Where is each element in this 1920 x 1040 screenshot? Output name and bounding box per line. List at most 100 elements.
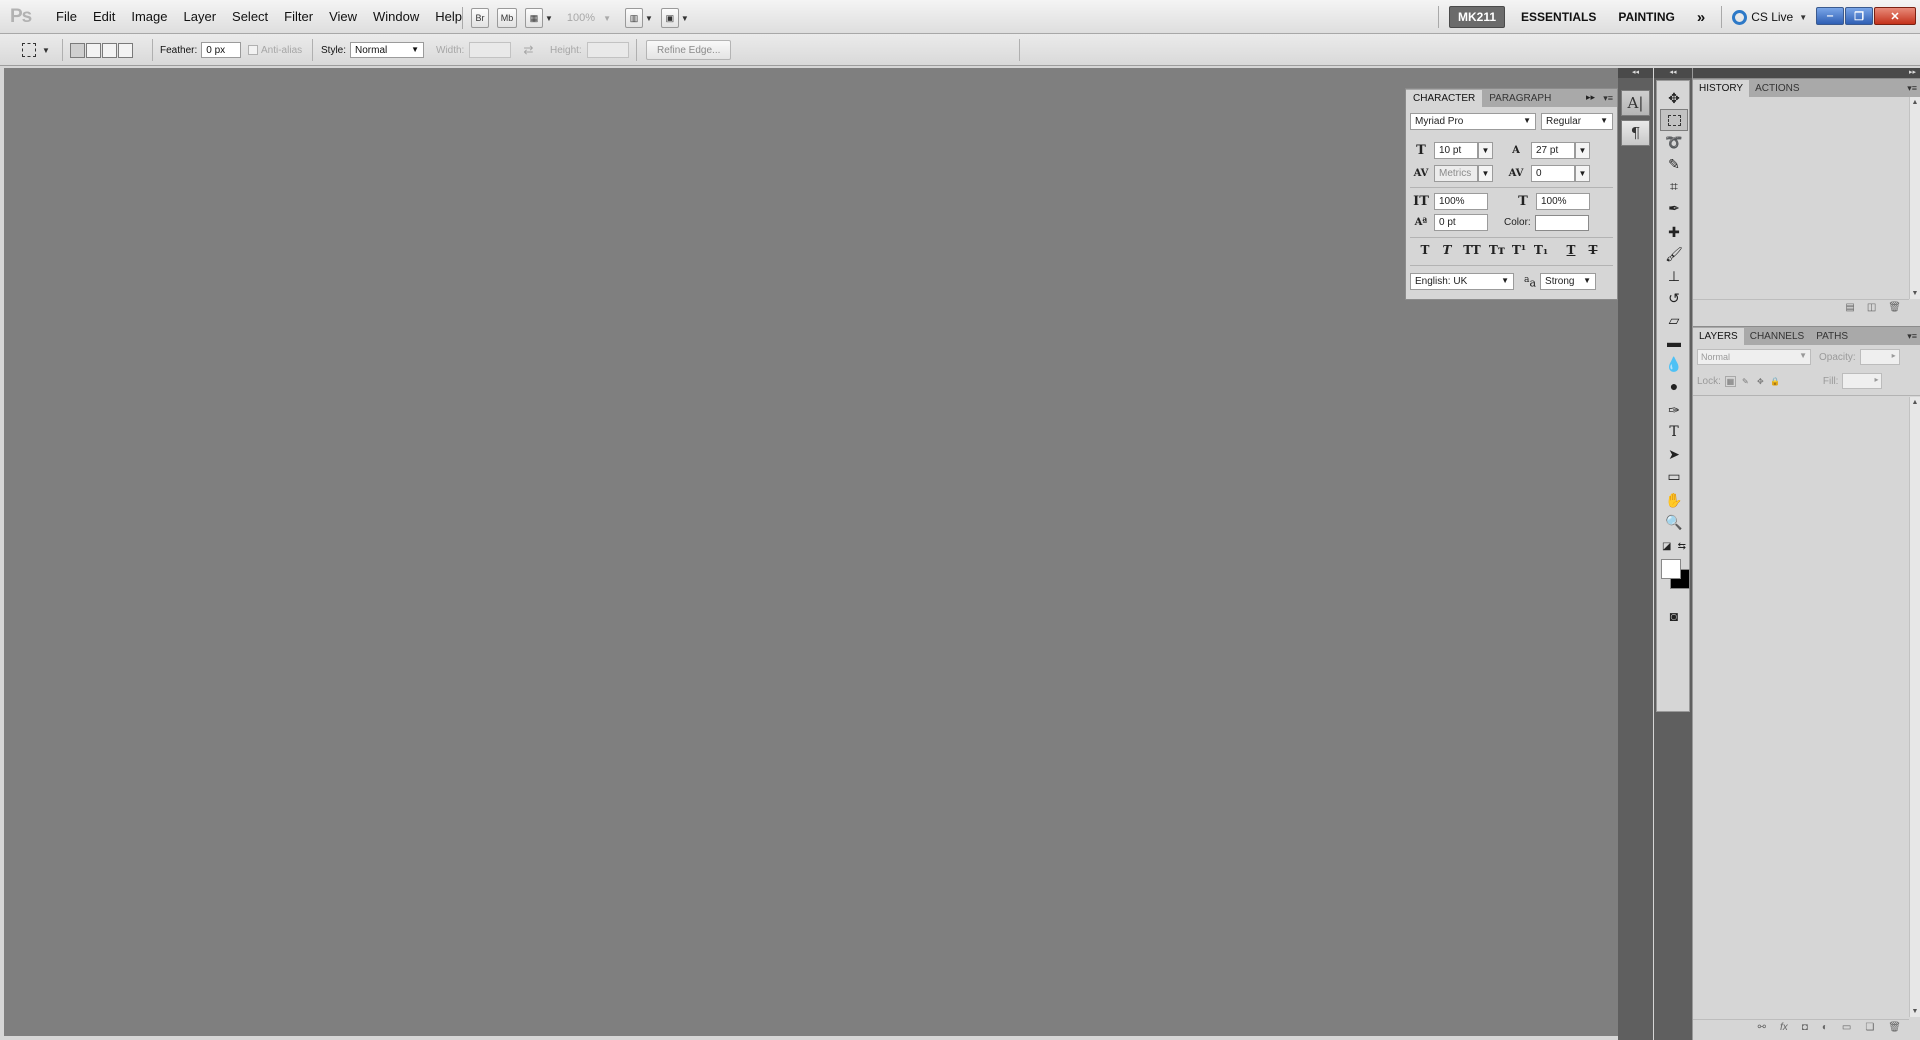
- minimize-button[interactable]: ‒: [1816, 7, 1844, 25]
- collapse-strip-icon[interactable]: ◂◂: [1618, 68, 1653, 78]
- tab-actions[interactable]: ACTIONS: [1749, 80, 1805, 97]
- menu-select[interactable]: Select: [224, 9, 276, 24]
- leading-input[interactable]: 27 pt: [1531, 142, 1575, 159]
- quick-selection-tool-icon[interactable]: ✎: [1660, 153, 1688, 175]
- link-layers-icon[interactable]: ⚯: [1758, 1022, 1766, 1033]
- text-color-swatch[interactable]: [1534, 214, 1589, 231]
- subtract-from-selection-icon[interactable]: [102, 42, 117, 58]
- font-style-dropdown[interactable]: Regular ▼: [1541, 113, 1613, 130]
- font-size-input[interactable]: 10 pt: [1434, 142, 1478, 159]
- move-tool-icon[interactable]: ✥: [1660, 87, 1688, 109]
- clone-stamp-tool-icon[interactable]: ⊥: [1660, 265, 1688, 287]
- font-family-dropdown[interactable]: Myriad Pro ▼: [1410, 113, 1536, 130]
- new-selection-icon[interactable]: [70, 42, 85, 58]
- style-dropdown[interactable]: Normal ▼: [350, 42, 425, 58]
- menu-view[interactable]: View: [321, 9, 365, 24]
- small-caps-icon[interactable]: Tᴛ: [1486, 243, 1508, 257]
- panel-menu-icon[interactable]: ▾≡: [1603, 93, 1613, 104]
- collapse-panel-icon[interactable]: ▸▸: [1586, 92, 1595, 103]
- new-layer-icon[interactable]: ❏: [1865, 1022, 1874, 1033]
- history-brush-tool-icon[interactable]: ↺: [1660, 287, 1688, 309]
- scroll-down-icon[interactable]: ▼: [1910, 290, 1920, 297]
- chevron-down-icon[interactable]: ▼: [1478, 165, 1493, 182]
- view-extras-dropdown[interactable]: ▦ ▼: [525, 8, 553, 28]
- panel-menu-icon[interactable]: ▾≡: [1907, 331, 1917, 342]
- workspace-current[interactable]: MK211: [1449, 6, 1506, 28]
- bridge-button[interactable]: Br: [471, 8, 489, 28]
- opacity-input[interactable]: ▸: [1859, 349, 1900, 365]
- new-document-from-state-icon[interactable]: ▤: [1845, 302, 1854, 313]
- hand-tool-icon[interactable]: ✋: [1660, 489, 1688, 511]
- kerning-input[interactable]: Metrics: [1434, 165, 1478, 182]
- quick-mask-icon[interactable]: ◙: [1660, 605, 1688, 627]
- faux-italic-icon[interactable]: T: [1436, 243, 1458, 257]
- width-input[interactable]: [469, 42, 512, 58]
- screen-mode-dropdown[interactable]: ▣ ▼: [660, 8, 689, 28]
- workspace-painting[interactable]: PAINTING: [1612, 10, 1680, 24]
- restore-button[interactable]: ❐: [1845, 7, 1873, 25]
- panel-menu-icon[interactable]: ▾≡: [1907, 83, 1917, 94]
- blur-tool-icon[interactable]: 💧: [1660, 353, 1688, 375]
- workspace-more-button[interactable]: »: [1691, 9, 1711, 26]
- zoom-tool-icon[interactable]: 🔍: [1660, 511, 1688, 533]
- close-button[interactable]: ✕: [1874, 7, 1916, 25]
- pen-tool-icon[interactable]: ✑: [1660, 399, 1688, 421]
- shape-tool-icon[interactable]: ▭: [1660, 465, 1688, 487]
- switch-colors-icon[interactable]: ⇆: [1678, 541, 1686, 552]
- underline-icon[interactable]: T: [1560, 243, 1582, 257]
- subscript-icon[interactable]: T₁: [1530, 243, 1552, 257]
- horizontal-scale-input[interactable]: 100%: [1536, 193, 1590, 210]
- healing-brush-tool-icon[interactable]: ✚: [1660, 221, 1688, 243]
- menu-image[interactable]: Image: [123, 9, 175, 24]
- workspace-essentials[interactable]: ESSENTIALS: [1515, 10, 1602, 24]
- strikethrough-icon[interactable]: T: [1582, 243, 1604, 257]
- height-input[interactable]: [586, 42, 629, 58]
- lasso-tool-icon[interactable]: ➰: [1660, 131, 1688, 153]
- history-scrollbar[interactable]: ▲ ▼: [1909, 97, 1920, 299]
- path-selection-tool-icon[interactable]: ➤: [1660, 443, 1688, 465]
- lock-all-icon[interactable]: 🔒: [1770, 376, 1781, 387]
- menu-edit[interactable]: Edit: [85, 9, 123, 24]
- fill-input[interactable]: ▸: [1842, 373, 1883, 389]
- eraser-tool-icon[interactable]: ▱: [1660, 309, 1688, 331]
- arrange-documents-dropdown[interactable]: ▥ ▼: [624, 8, 653, 28]
- lock-image-pixels-icon[interactable]: ✎: [1740, 376, 1751, 387]
- language-dropdown[interactable]: English: UK ▼: [1410, 273, 1514, 290]
- character-panel-icon[interactable]: A|: [1621, 90, 1650, 116]
- add-mask-icon[interactable]: ◘: [1802, 1022, 1808, 1033]
- layer-style-icon[interactable]: fx: [1780, 1022, 1788, 1033]
- vertical-scale-input[interactable]: 100%: [1434, 193, 1488, 210]
- cs-live-menu[interactable]: CS Live ▼: [1732, 9, 1807, 25]
- menu-file[interactable]: File: [48, 9, 85, 24]
- rectangular-marquee-tool-icon[interactable]: [1660, 109, 1688, 131]
- menu-window[interactable]: Window: [365, 9, 427, 24]
- tab-history[interactable]: HISTORY: [1693, 80, 1750, 97]
- delete-layer-icon[interactable]: 🗑: [1888, 1022, 1901, 1033]
- adjustment-layer-icon[interactable]: ◐: [1822, 1022, 1828, 1033]
- delete-state-icon[interactable]: 🗑: [1888, 302, 1901, 313]
- tracking-input[interactable]: 0: [1531, 165, 1575, 182]
- blend-mode-dropdown[interactable]: Normal ▼: [1697, 349, 1811, 365]
- type-tool-icon[interactable]: T: [1660, 421, 1688, 443]
- feather-input[interactable]: 0 px: [201, 42, 242, 58]
- scroll-down-icon[interactable]: ▼: [1910, 1008, 1920, 1015]
- new-snapshot-icon[interactable]: ◫: [1867, 302, 1876, 313]
- refine-edge-button[interactable]: Refine Edge...: [646, 40, 732, 60]
- menu-layer[interactable]: Layer: [176, 9, 225, 24]
- superscript-icon[interactable]: T¹: [1508, 243, 1530, 257]
- brush-tool-icon[interactable]: 🖌: [1660, 243, 1688, 265]
- layers-scrollbar[interactable]: ▲ ▼: [1909, 397, 1920, 1017]
- swap-colors-icon[interactable]: ◪ ⇆: [1660, 535, 1688, 557]
- tab-paragraph[interactable]: PARAGRAPH: [1482, 90, 1558, 107]
- gradient-tool-icon[interactable]: ▬: [1660, 331, 1688, 353]
- crop-tool-icon[interactable]: ⌗: [1660, 175, 1688, 197]
- menu-filter[interactable]: Filter: [276, 9, 321, 24]
- tab-character[interactable]: CHARACTER: [1406, 90, 1483, 107]
- collapse-tools-icon[interactable]: ◂◂: [1654, 68, 1692, 78]
- lock-position-icon[interactable]: ✥: [1755, 376, 1766, 387]
- scroll-up-icon[interactable]: ▲: [1910, 99, 1920, 106]
- paragraph-panel-icon[interactable]: ¶: [1621, 120, 1650, 146]
- default-colors-icon[interactable]: ◪: [1662, 541, 1671, 552]
- intersect-selection-icon[interactable]: [118, 42, 133, 58]
- all-caps-icon[interactable]: TT: [1458, 243, 1486, 257]
